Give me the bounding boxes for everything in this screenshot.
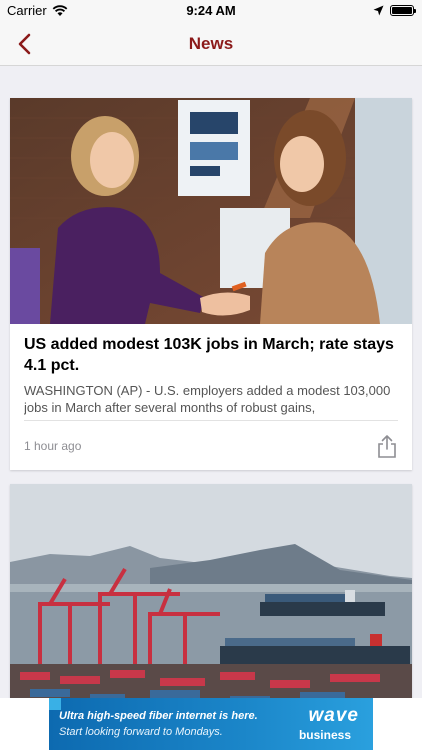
ad-strip: Ultra high-speed fiber internet is here.… xyxy=(0,698,422,750)
article-summary: WASHINGTON (AP) - U.S. employers added a… xyxy=(24,383,391,415)
ad-tagline: Start looking forward to Mondays. xyxy=(59,726,223,738)
article-card[interactable] xyxy=(10,484,412,698)
news-feed[interactable]: US added modest 103K jobs in March; rate… xyxy=(0,66,422,698)
page-title: News xyxy=(188,34,234,53)
ad-headline: Ultra high-speed fiber internet is here. xyxy=(59,710,258,722)
ad-brand-sub: business xyxy=(298,728,351,742)
article-photo-job-fair[interactable] xyxy=(10,98,412,324)
location-arrow-icon xyxy=(373,5,384,16)
article-timestamp: 1 hour ago xyxy=(24,439,82,453)
battery-icon xyxy=(390,5,416,16)
share-icon[interactable] xyxy=(376,434,398,458)
ad-choices-icon[interactable] xyxy=(49,698,61,710)
ad-brand-logo: wave xyxy=(308,705,359,726)
article-headline[interactable]: US added modest 103K jobs in March; rate… xyxy=(24,334,398,376)
article-photo-port[interactable] xyxy=(10,484,412,698)
status-bar: Carrier 9:24 AM xyxy=(0,0,422,22)
article-card[interactable]: US added modest 103K jobs in March; rate… xyxy=(10,98,412,470)
navigation-bar: News xyxy=(0,22,422,66)
ad-banner[interactable]: Ultra high-speed fiber internet is here.… xyxy=(49,698,373,750)
clock: 9:24 AM xyxy=(186,3,236,18)
